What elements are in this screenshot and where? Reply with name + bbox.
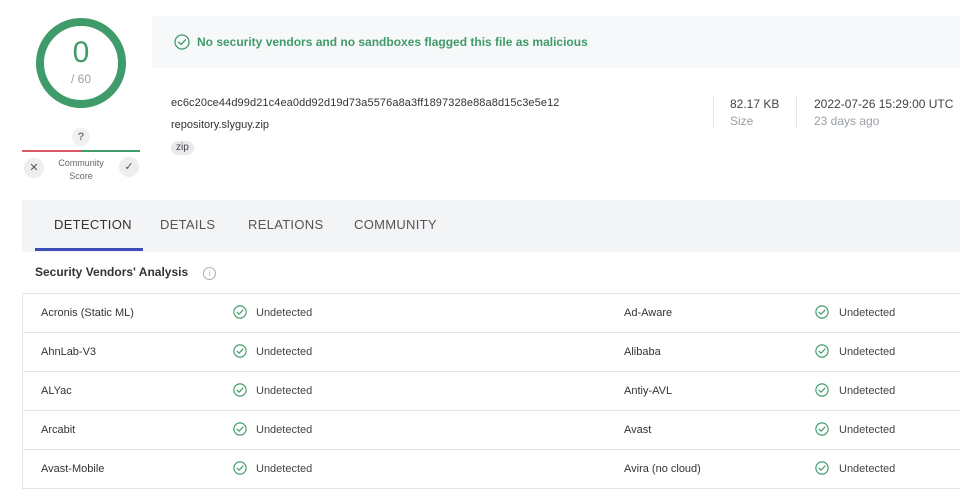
vendor-status: Undetected bbox=[256, 463, 313, 475]
check-circle-icon bbox=[233, 305, 247, 319]
community-score-label: Community Score bbox=[52, 157, 110, 183]
check-circle-icon bbox=[233, 422, 247, 436]
check-circle-icon bbox=[815, 461, 829, 475]
vendor-name: Alibaba bbox=[624, 346, 661, 358]
community-label-line2: Score bbox=[69, 171, 93, 181]
vendor-name: Avast bbox=[624, 424, 652, 436]
vendor-status: Undetected bbox=[839, 346, 896, 358]
vendor-status: Undetected bbox=[839, 424, 896, 436]
check-circle-icon bbox=[815, 422, 829, 436]
check-circle-icon bbox=[233, 344, 247, 358]
tab-detection[interactable]: DETECTION bbox=[54, 217, 132, 232]
vendor-name: AhnLab-V3 bbox=[41, 346, 97, 358]
check-circle-icon bbox=[174, 34, 190, 50]
file-hash[interactable]: ec6c20ce44d99d21c4ea0dd92d19d73a5576a8a3… bbox=[171, 97, 560, 109]
detection-total: / 60 bbox=[70, 72, 91, 86]
community-score-bar bbox=[22, 150, 140, 152]
check-circle-icon bbox=[233, 383, 247, 397]
section-title: Security Vendors' Analysis bbox=[35, 265, 189, 279]
vendor-name: Avira (no cloud) bbox=[624, 463, 701, 475]
vendor-status: Undetected bbox=[839, 307, 896, 319]
table-row: Avast-Mobile Undetected Avira (no cloud)… bbox=[23, 450, 960, 489]
check-circle-icon bbox=[815, 344, 829, 358]
vendor-name: ALYac bbox=[41, 385, 72, 397]
status-banner-text: No security vendors and no sandboxes fla… bbox=[197, 35, 588, 49]
tab-relations[interactable]: RELATIONS bbox=[248, 217, 323, 232]
active-tab-indicator bbox=[35, 248, 143, 251]
table-row: AhnLab-V3 Undetected Alibaba Undetected bbox=[23, 333, 960, 372]
vendor-status: Undetected bbox=[256, 346, 313, 358]
vote-up-check-icon[interactable]: ✓ bbox=[119, 157, 139, 177]
tab-details[interactable]: DETAILS bbox=[160, 217, 215, 232]
divider bbox=[713, 95, 714, 129]
question-icon[interactable]: ? bbox=[72, 128, 90, 146]
vendor-name: Antiy-AVL bbox=[624, 385, 673, 397]
vote-down-x-icon[interactable]: ✕ bbox=[24, 158, 44, 178]
file-type-tag[interactable]: zip bbox=[171, 141, 194, 155]
vendor-status: Undetected bbox=[256, 307, 313, 319]
check-circle-icon bbox=[815, 383, 829, 397]
info-icon[interactable]: i bbox=[203, 267, 216, 280]
check-circle-icon bbox=[815, 305, 829, 319]
detection-count: 0 bbox=[72, 36, 90, 69]
vendor-name: Ad-Aware bbox=[624, 307, 673, 319]
community-label-line1: Community bbox=[58, 158, 104, 168]
tab-community[interactable]: COMMUNITY bbox=[354, 217, 437, 232]
vendor-status: Undetected bbox=[256, 385, 313, 397]
table-row: Acronis (Static ML) Undetected Ad-Aware … bbox=[23, 294, 960, 333]
vendor-name: Avast-Mobile bbox=[41, 463, 105, 475]
divider bbox=[796, 95, 797, 129]
file-name: repository.slyguy.zip bbox=[171, 119, 270, 131]
vendor-status: Undetected bbox=[839, 463, 896, 475]
table-row: ALYac Undetected Antiy-AVL Undetected bbox=[23, 372, 960, 411]
file-size-value: 82.17 KB bbox=[730, 97, 780, 111]
vendor-status: Undetected bbox=[256, 424, 313, 436]
scan-date-value: 2022-07-26 15:29:00 UTC bbox=[814, 97, 954, 111]
vendor-status: Undetected bbox=[839, 385, 896, 397]
table-row: Arcabit Undetected Avast Undetected bbox=[23, 411, 960, 450]
vendors-table: Acronis (Static ML) Undetected Ad-Aware … bbox=[22, 293, 960, 489]
check-circle-icon bbox=[233, 461, 247, 475]
vendor-name: Acronis (Static ML) bbox=[41, 307, 134, 319]
vendor-name: Arcabit bbox=[41, 424, 76, 436]
scan-date-relative: 23 days ago bbox=[814, 114, 880, 128]
file-size-label: Size bbox=[730, 114, 754, 128]
